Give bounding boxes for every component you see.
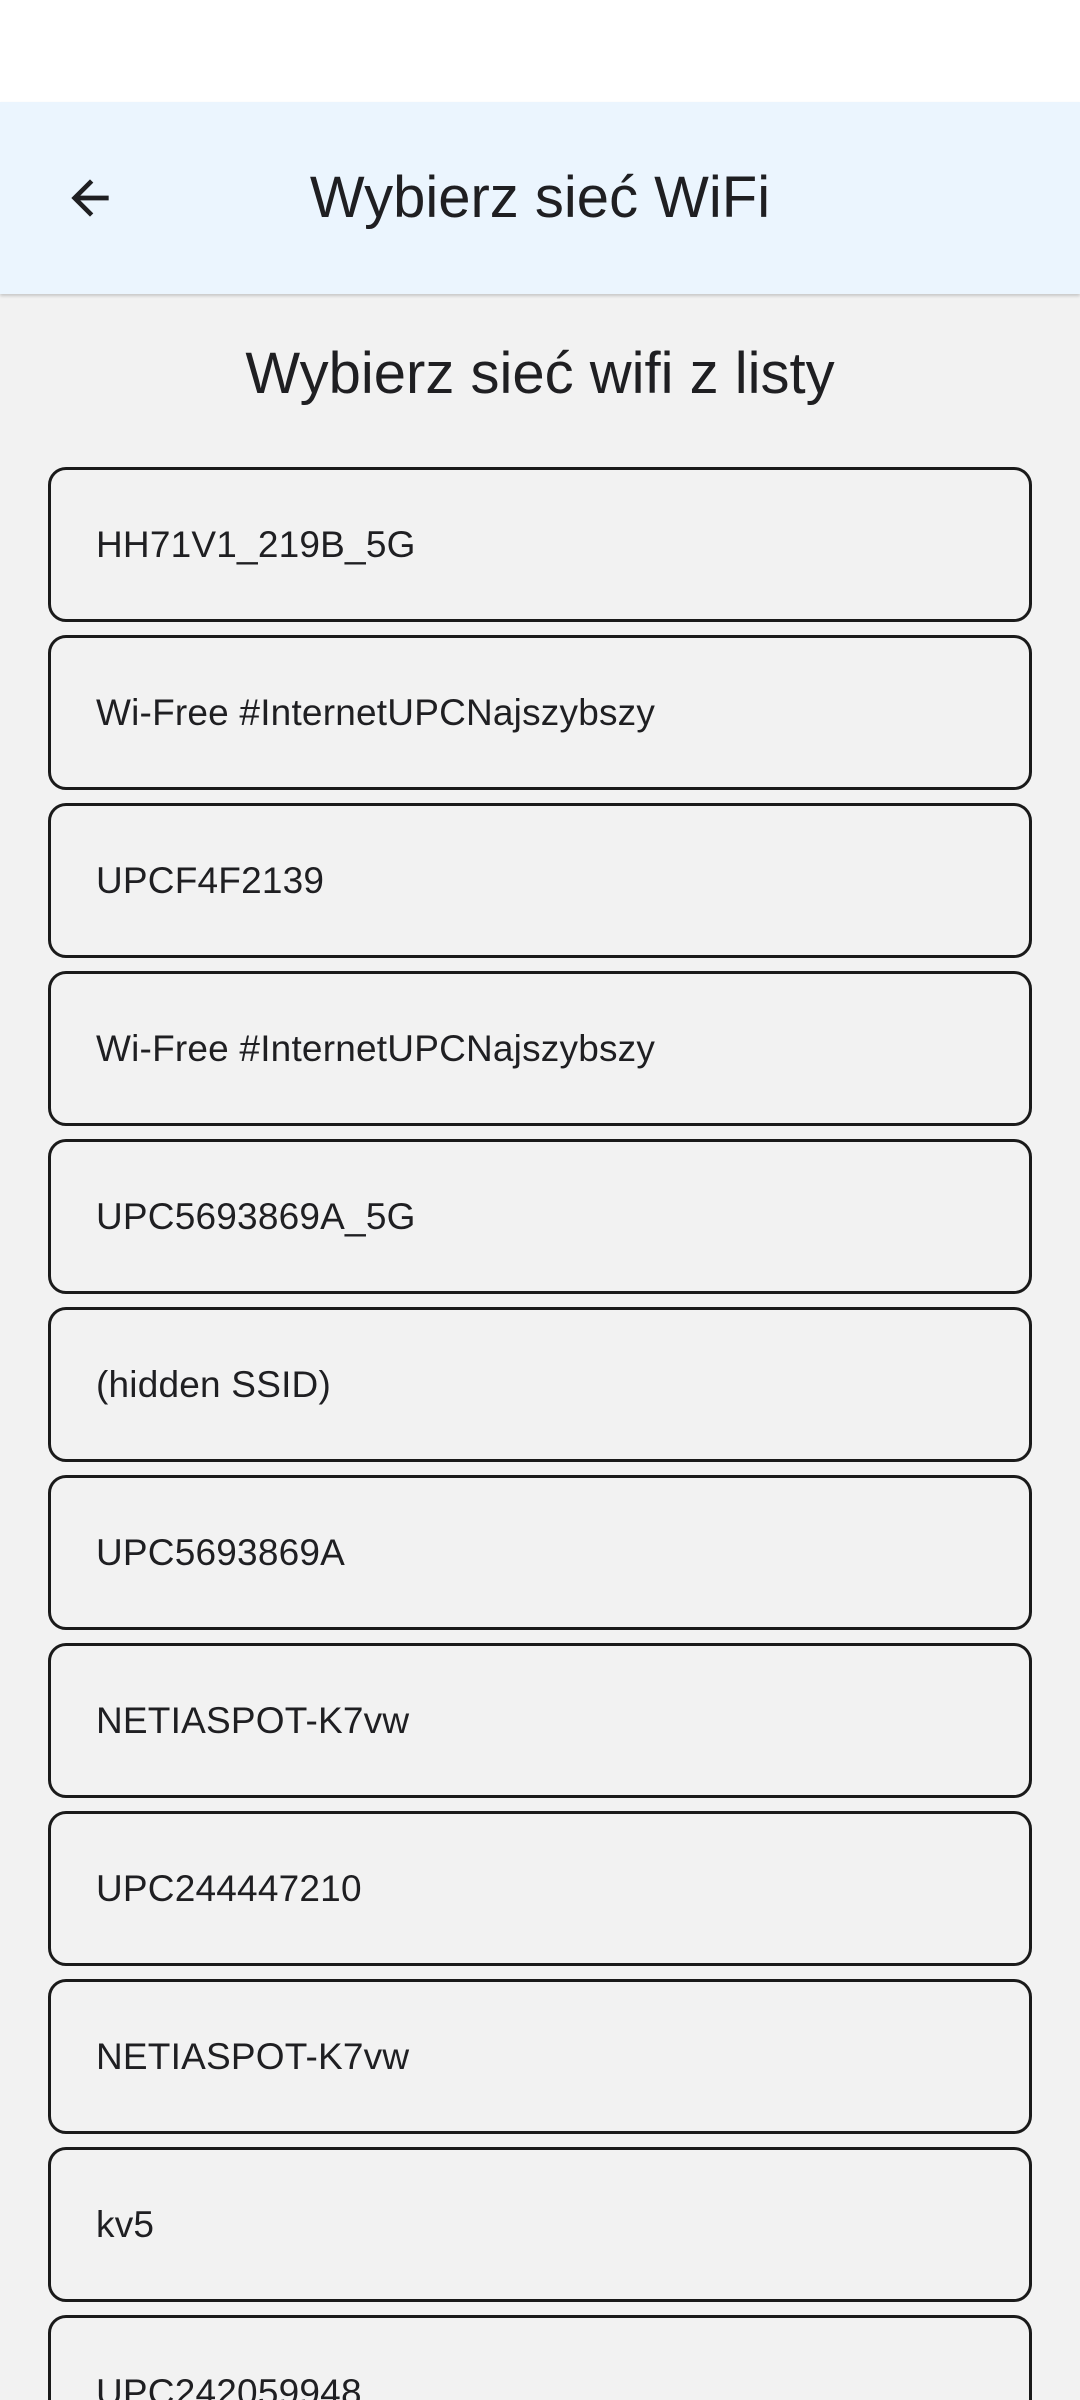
arrow-left-icon	[71, 179, 109, 217]
wifi-network-name: Wi-Free #InternetUPCNajszybszy	[96, 1027, 656, 1069]
wifi-network-name: (hidden SSID)	[96, 1363, 331, 1405]
wifi-network-name: kv5	[96, 2203, 155, 2245]
wifi-network-item[interactable]: (hidden SSID)	[48, 1307, 1032, 1462]
wifi-network-item[interactable]: NETIASPOT-K7vw	[48, 1979, 1032, 2134]
wifi-network-name: NETIASPOT-K7vw	[96, 2035, 410, 2077]
wifi-network-name: HH71V1_219B_5G	[96, 523, 416, 565]
status-bar	[0, 0, 1080, 102]
list-heading: Wybierz sieć wifi z listy	[245, 341, 835, 406]
wifi-network-name: UPC5693869A_5G	[96, 1195, 416, 1237]
wifi-network-list: HH71V1_219B_5G Wi-Free #InternetUPCNajsz…	[48, 467, 1032, 2400]
page-title: Wybierz sieć WiFi	[309, 165, 771, 230]
wifi-network-item[interactable]: Wi-Free #InternetUPCNajszybszy	[48, 635, 1032, 790]
wifi-network-name: NETIASPOT-K7vw	[96, 1699, 410, 1741]
wifi-network-item[interactable]: Wi-Free #InternetUPCNajszybszy	[48, 971, 1032, 1126]
wifi-network-item[interactable]: UPC5693869A_5G	[48, 1139, 1032, 1294]
wifi-network-name: UPC244447210	[96, 1867, 362, 1909]
main-content: Wybierz sieć wifi z listy HH71V1_219B_5G…	[0, 294, 1080, 2400]
wifi-network-item[interactable]: NETIASPOT-K7vw	[48, 1643, 1032, 1798]
wifi-network-item[interactable]: kv5	[48, 2147, 1032, 2302]
wifi-network-item[interactable]: UPC242059948	[48, 2315, 1032, 2400]
wifi-network-name: UPC5693869A	[96, 1531, 346, 1573]
wifi-network-name: Wi-Free #InternetUPCNajszybszy	[96, 691, 656, 733]
back-button[interactable]	[42, 150, 138, 246]
wifi-network-name: UPC242059948	[96, 2371, 362, 2400]
app-bar: Wybierz sieć WiFi	[0, 102, 1080, 294]
wifi-network-item[interactable]: UPCF4F2139	[48, 803, 1032, 958]
wifi-network-item[interactable]: HH71V1_219B_5G	[48, 467, 1032, 622]
wifi-network-item[interactable]: UPC244447210	[48, 1811, 1032, 1966]
wifi-network-item[interactable]: UPC5693869A	[48, 1475, 1032, 1630]
wifi-network-name: UPCF4F2139	[96, 859, 325, 901]
